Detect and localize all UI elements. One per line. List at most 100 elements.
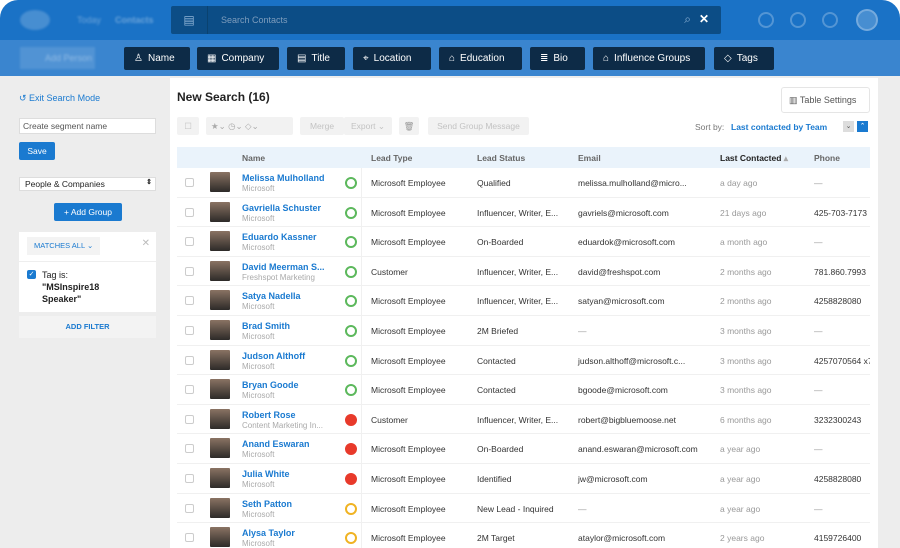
save-button[interactable]: Save <box>19 142 55 160</box>
clock-icon[interactable]: ◷⌄ <box>228 121 243 131</box>
table-row[interactable]: David Meerman S... Freshspot Marketing C… <box>177 256 870 287</box>
power-icon[interactable] <box>790 12 806 28</box>
sync-icon[interactable] <box>758 12 774 28</box>
table-settings-button[interactable]: ▥ Table Settings <box>781 87 870 113</box>
table-row[interactable]: Anand Eswaran Microsoft Microsoft Employ… <box>177 434 870 464</box>
contact-name-link[interactable]: Julia White <box>242 469 290 479</box>
avatar <box>210 379 230 400</box>
send-group-message-button[interactable]: Send Group Message <box>428 117 529 135</box>
search-input[interactable]: Search Contacts <box>221 15 288 25</box>
contact-name-link[interactable]: Robert Rose <box>242 410 296 420</box>
table-row[interactable]: Alysa Taylor Microsoft Microsoft Employe… <box>177 523 870 548</box>
contact-name-link[interactable]: Anand Eswaran <box>242 439 310 449</box>
filter-chip-name[interactable]: ♙ Name <box>124 47 190 70</box>
email: judson.althoff@microsoft.c... <box>578 355 686 366</box>
tag-checkbox[interactable]: ✓ <box>27 270 36 279</box>
trash-icon[interactable]: 🗑 <box>399 117 419 135</box>
col-lead-status[interactable]: Lead Status <box>477 153 525 163</box>
col-lead-type[interactable]: Lead Type <box>371 153 412 163</box>
row-checkbox[interactable] <box>185 178 194 187</box>
lead-status: Identified <box>477 474 512 484</box>
row-checkbox[interactable] <box>185 474 194 483</box>
table-row[interactable]: Gavriella Schuster Microsoft Microsoft E… <box>177 197 870 228</box>
sort-dropdown[interactable]: Last contacted by Team <box>731 122 827 132</box>
add-filter-button[interactable]: ADD FILTER <box>19 316 156 338</box>
contact-name-link[interactable]: Eduardo Kassner <box>242 232 317 242</box>
row-checkbox[interactable] <box>185 533 194 543</box>
segment-name-input[interactable]: Create segment name <box>19 118 156 134</box>
search-icon[interactable]: ⌕ <box>684 12 691 27</box>
nav-contacts[interactable]: Contacts <box>115 15 154 25</box>
table-row[interactable]: Julia White Microsoft Microsoft Employee… <box>177 464 870 494</box>
bulk-actions[interactable]: ★⌄ ◷⌄ ◇⌄ <box>206 117 293 135</box>
contact-name-link[interactable]: Alysa Taylor <box>242 528 295 538</box>
table-row[interactable]: Seth Patton Microsoft Microsoft Employee… <box>177 493 870 524</box>
matches-all-dropdown[interactable]: MATCHES ALL ⌄ <box>27 237 100 255</box>
col-name[interactable]: Name <box>242 153 265 163</box>
row-checkbox[interactable] <box>185 207 194 217</box>
star-icon[interactable]: ★⌄ <box>211 121 226 131</box>
select-all-checkbox[interactable]: ☐ <box>177 117 199 135</box>
tag-icon[interactable]: ◇⌄ <box>245 121 259 131</box>
bell-icon[interactable] <box>822 12 838 28</box>
table-row[interactable]: Judson Althoff Microsoft Microsoft Emplo… <box>177 345 870 376</box>
close-icon[interactable]: ✕ <box>142 238 150 249</box>
row-checkbox[interactable] <box>185 355 194 365</box>
row-checkbox[interactable] <box>185 326 194 335</box>
filter-chip-bio[interactable]: ≣ Bio <box>530 47 585 70</box>
table-row[interactable]: Melissa Mulholland Microsoft Microsoft E… <box>177 168 870 198</box>
sort-asc-button[interactable]: ⌃ <box>857 121 868 132</box>
avatar[interactable] <box>856 9 878 31</box>
exit-search-link[interactable]: ↺ Exit Search Mode <box>19 93 100 104</box>
search-bar[interactable]: ▤ Search Contacts ⌕ ✕ <box>171 6 721 34</box>
row-checkbox[interactable] <box>185 444 194 454</box>
merge-button[interactable]: Merge <box>300 117 344 135</box>
row-checkbox[interactable] <box>185 503 194 513</box>
filter-chip-company[interactable]: ▦ Company <box>197 47 279 70</box>
col-last-contacted[interactable]: Last Contacted ▴ <box>720 153 788 164</box>
table-row[interactable]: Brad Smith Microsoft Microsoft Employee … <box>177 316 870 346</box>
divider <box>361 227 362 257</box>
clock-icon <box>345 177 357 189</box>
row-checkbox[interactable] <box>185 414 194 424</box>
add-person-button[interactable]: Add Person <box>20 47 95 69</box>
lead-type: Customer <box>371 266 408 277</box>
contact-name-link[interactable]: Brad Smith <box>242 321 290 331</box>
nav-today[interactable]: Today <box>77 15 101 25</box>
filter-chip-title[interactable]: ▤ Title <box>287 47 345 70</box>
filter-chip-education[interactable]: ⌂ Education <box>439 47 522 70</box>
contact-name-link[interactable]: Seth Patton <box>242 499 292 509</box>
calendar-icon: ▤ <box>297 53 307 64</box>
filter-chip-location[interactable]: ⌖ Location <box>353 47 431 70</box>
export-label: Export <box>350 121 376 131</box>
col-email[interactable]: Email <box>578 153 601 163</box>
contact-name-link[interactable]: Melissa Mulholland <box>242 173 325 183</box>
sort-desc-button[interactable]: ⌄ <box>843 121 854 132</box>
contact-name-link[interactable]: Bryan Goode <box>242 380 299 390</box>
contact-name-link[interactable]: Satya Nadella <box>242 291 301 301</box>
select-arrows-icon: ⇕ <box>146 179 152 186</box>
table-row[interactable]: Bryan Goode Microsoft Microsoft Employee… <box>177 375 870 405</box>
last-contacted: 3 months ago <box>720 385 772 396</box>
table-row[interactable]: Robert Rose Content Marketing In... Cust… <box>177 404 870 435</box>
contact-name-link[interactable]: David Meerman S... <box>242 262 325 272</box>
right-gutter <box>878 78 900 548</box>
table-row[interactable]: Satya Nadella Microsoft Microsoft Employ… <box>177 286 870 316</box>
filter-chip-influence-groups[interactable]: ⌂ Influence Groups <box>593 47 705 70</box>
col-phone[interactable]: Phone <box>814 153 840 163</box>
row-checkbox[interactable] <box>185 237 194 247</box>
filter-chip-tags[interactable]: ◇ Tags <box>714 47 774 70</box>
contact-name-link[interactable]: Gavriella Schuster <box>242 203 321 213</box>
export-button[interactable]: Export ⌄ <box>344 117 392 135</box>
row-checkbox[interactable] <box>185 385 194 395</box>
company-name: Content Marketing In... <box>242 420 323 430</box>
contact-name-link[interactable]: Judson Althoff <box>242 351 305 361</box>
row-checkbox[interactable] <box>185 266 194 276</box>
table-row[interactable]: Eduardo Kassner Microsoft Microsoft Empl… <box>177 227 870 257</box>
scope-select[interactable]: People & Companies ⇕ <box>19 177 156 191</box>
phone: 4159726400 <box>814 533 862 544</box>
email: anand.eswaran@microsoft.com <box>578 444 698 455</box>
row-checkbox[interactable] <box>185 296 194 306</box>
add-group-button[interactable]: + Add Group <box>54 203 122 221</box>
close-icon[interactable]: ✕ <box>699 12 709 26</box>
